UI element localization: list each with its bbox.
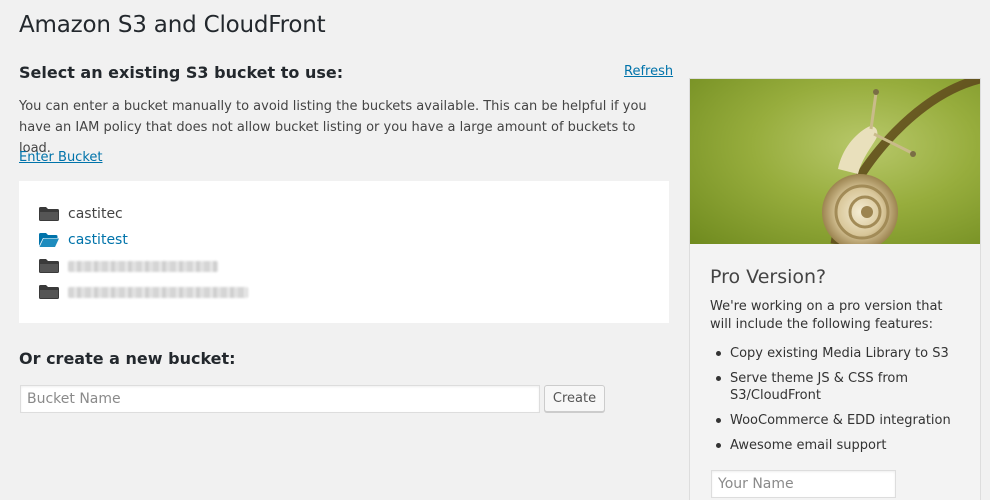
- obscured-bucket-name: [68, 260, 218, 272]
- folder-icon: [39, 207, 59, 221]
- create-bucket-heading: Or create a new bucket:: [19, 349, 236, 368]
- obscured-bucket-name: [68, 286, 248, 298]
- snail-illustration: [822, 79, 980, 244]
- enter-bucket-link[interactable]: Enter Bucket: [19, 150, 103, 165]
- bucket-item-obscured[interactable]: [39, 256, 218, 276]
- bucket-name: castitec: [68, 206, 123, 222]
- pro-panel: Pro Version? We're working on a pro vers…: [690, 244, 980, 500]
- feature-item: WooCommerce & EDD integration: [710, 412, 970, 429]
- page-title: Amazon S3 and CloudFront: [19, 12, 326, 38]
- your-name-input[interactable]: [711, 470, 896, 498]
- pro-intro: We're working on a pro version that will…: [710, 299, 943, 332]
- bucket-item-castitest[interactable]: castitest: [39, 230, 128, 250]
- pro-sidebar: Pro Version? We're working on a pro vers…: [689, 78, 981, 500]
- bucket-name-input[interactable]: [20, 385, 540, 413]
- folder-open-icon: [39, 233, 59, 247]
- folder-icon: [39, 285, 59, 299]
- folder-icon: [39, 259, 59, 273]
- bucket-item-castitec[interactable]: castitec: [39, 204, 123, 224]
- refresh-link[interactable]: Refresh: [624, 64, 673, 79]
- help-text: You can enter a bucket manually to avoid…: [19, 99, 647, 156]
- feature-item: Awesome email support: [710, 437, 970, 454]
- bucket-list: castitec castitest: [19, 181, 669, 323]
- snail-image: [690, 79, 980, 244]
- bucket-item-obscured[interactable]: [39, 282, 248, 302]
- create-button[interactable]: Create: [544, 385, 605, 412]
- feature-list: Copy existing Media Library to S3 Serve …: [710, 345, 970, 462]
- select-bucket-heading: Select an existing S3 bucket to use:: [19, 63, 344, 82]
- feature-item: Serve theme JS & CSS from S3/CloudFront: [710, 370, 970, 404]
- bucket-name: castitest: [68, 232, 128, 248]
- feature-item: Copy existing Media Library to S3: [710, 345, 970, 362]
- pro-title: Pro Version?: [710, 266, 827, 288]
